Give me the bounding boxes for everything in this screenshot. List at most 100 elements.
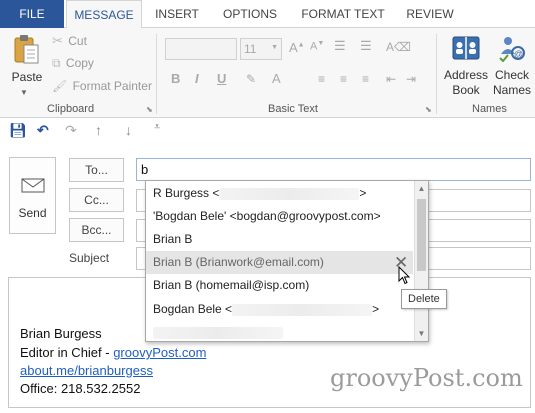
ribbon-tab-bar: FILE MESSAGE INSERT OPTIONS FORMAT TEXT … [0,0,535,29]
autocomplete-item-name: R Burgess < [153,186,220,200]
redacted-entry [153,326,283,339]
autocomplete-dropdown: R Burgess < > 'Bogdan Bele' <bogdan@groov… [145,180,429,342]
check-names-label-line2: Names [492,83,531,97]
autocomplete-item[interactable]: Bogdan Bele < > [146,298,413,321]
clear-formatting-icon[interactable]: A⌫ [386,40,411,54]
grow-font-icon[interactable]: A▲ [289,40,305,55]
bold-button[interactable]: B [171,71,180,86]
tab-file[interactable]: FILE [0,0,64,28]
scroll-thumb[interactable] [417,199,426,271]
scroll-up-icon[interactable]: ▲ [415,182,428,195]
clipboard-group-label: Clipboard [47,103,95,115]
send-button[interactable]: Send [9,157,56,234]
check-names-label-line1: Check [494,68,529,82]
address-book-icon [452,36,480,60]
cut-button[interactable]: ✂ Cut [52,33,87,49]
address-book-button[interactable]: Address Book [443,32,489,98]
tab-options[interactable]: OPTIONS [215,0,285,28]
clipboard-dialog-launcher-icon[interactable]: ⬊ [146,105,153,114]
quick-access-toolbar: 💾︎ ↶ ↷ ↑ ↓ ⩡ [0,118,535,144]
signature-name: Brian Burgess [20,326,102,341]
undo-icon[interactable]: ↶ [37,122,49,139]
font-name-combo[interactable] [165,38,237,60]
svg-text:@: @ [514,49,523,59]
tab-format-text[interactable]: FORMAT TEXT [295,0,391,28]
basic-text-group-label: Basic Text [268,103,318,115]
signature-site-link[interactable]: groovyPost.com [113,345,206,360]
autocomplete-item-suffix: > [372,302,380,316]
names-group-label: Names [472,103,507,115]
customize-toolbar-icon[interactable]: ⩡ [154,121,160,134]
align-right-icon[interactable]: ≡ [362,72,369,86]
to-field-value: b [141,162,149,177]
arrow-up-icon[interactable]: ↑ [95,122,102,138]
watermark: groovyPost.com [330,364,523,392]
bcc-button[interactable]: Bcc... [69,218,124,242]
check-names-button[interactable]: @ Check Names [490,32,534,98]
check-names-icon: @ [499,37,525,62]
group-divider [156,34,157,114]
align-center-icon[interactable]: ≡ [340,72,347,86]
redacted-email [232,303,373,316]
format-painter-button[interactable]: 🖌 Format Painter [52,79,152,93]
autocomplete-item[interactable]: 'Bogdan Bele' <bogdan@groovypost.com> [146,205,413,228]
underline-button[interactable]: U [217,71,226,86]
cut-label: Cut [68,34,87,48]
envelope-icon [21,178,45,193]
signature-title-text: Editor in Chief - [20,345,114,360]
save-icon[interactable]: 💾︎ [9,122,27,139]
group-divider [436,34,437,114]
autocomplete-item[interactable]: Brian B [146,228,413,251]
basic-text-dialog-launcher-icon[interactable]: ⬊ [425,105,432,114]
align-left-icon[interactable]: ≡ [318,72,325,86]
numbering-icon[interactable]: ☰ [360,38,372,54]
paintbrush-icon: 🖌 [52,79,68,93]
copy-button[interactable]: ⧉ Copy [52,56,94,71]
chevron-down-icon: ▼ [271,44,278,51]
autocomplete-item-name: Brian B (Brianwork@email.com) [153,255,324,269]
signature-profile-link[interactable]: about.me/brianburgess [20,363,153,378]
to-button[interactable]: To... [69,158,124,182]
shrink-font-icon[interactable]: A▼ [310,40,324,53]
dropdown-scrollbar[interactable]: ▲ ▼ [414,181,428,341]
cc-button[interactable]: Cc... [69,188,124,212]
italic-button[interactable]: I [195,71,199,86]
signature-office: Office: 218.532.2552 [20,381,141,396]
tab-insert[interactable]: INSERT [146,0,208,28]
address-book-label-line1: Address [443,68,489,82]
decrease-indent-icon[interactable]: ⇤ [386,72,396,86]
signature-title: Editor in Chief - groovyPost.com [20,345,206,360]
font-size-value: 11 [244,42,257,56]
arrow-down-icon[interactable]: ↓ [125,122,132,138]
font-color-icon[interactable]: A [272,71,281,86]
mouse-cursor-icon [398,266,411,285]
autocomplete-item[interactable]: R Burgess < > [146,182,413,205]
copy-label: Copy [65,56,94,70]
subject-label: Subject [69,251,110,265]
autocomplete-item-highlighted[interactable]: Brian B (Brianwork@email.com) ✕ [146,251,413,274]
address-book-label-line2: Book [452,83,480,97]
scroll-down-icon[interactable]: ▼ [415,327,428,340]
autocomplete-item-suffix: > [359,186,367,200]
autocomplete-item[interactable]: Brian B (homemail@isp.com) [146,274,413,297]
paste-icon [14,35,39,64]
increase-indent-icon[interactable]: ⇥ [406,72,416,86]
redo-icon[interactable]: ↷ [65,122,77,139]
scissors-icon: ✂ [52,33,63,48]
paste-button[interactable]: Paste [8,32,48,88]
redacted-email [219,187,360,200]
copy-icon: ⧉ [52,56,61,70]
autocomplete-item[interactable] [146,321,413,344]
font-size-combo[interactable]: 11 ▼ [240,38,282,60]
tab-message[interactable]: MESSAGE [66,0,142,29]
ribbon: Paste ▼ ✂ Cut ⧉ Copy 🖌 Format Painter Cl… [0,28,535,118]
paste-label: Paste [11,70,43,84]
paste-dropdown-icon[interactable]: ▼ [20,88,28,97]
format-painter-label: Format Painter [72,79,152,93]
bullets-icon[interactable]: ☰ [334,38,346,54]
tab-review[interactable]: REVIEW [399,0,461,28]
highlight-icon[interactable]: ✎ [246,72,256,86]
autocomplete-item-name: Bogdan Bele < [153,302,233,316]
delete-tooltip: Delete [401,289,447,309]
to-field[interactable]: b [136,158,531,181]
